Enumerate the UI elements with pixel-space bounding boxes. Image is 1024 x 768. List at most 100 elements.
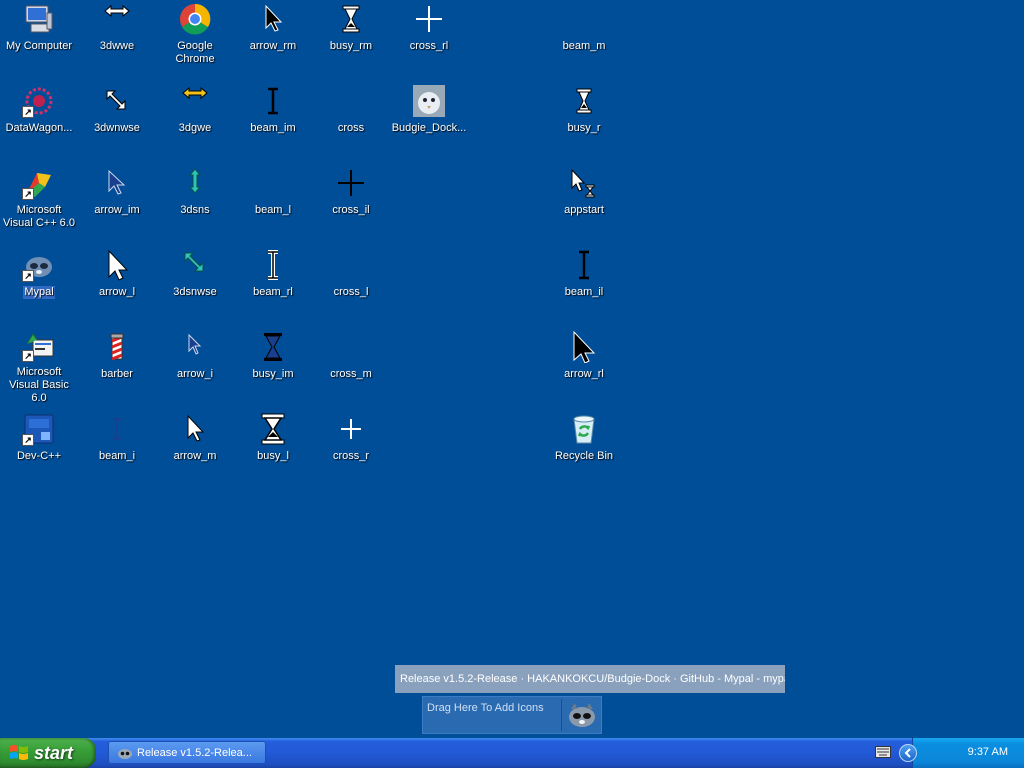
- taskbar: start Release v1.5.2-Relea... 9:37 AM: [0, 738, 1024, 768]
- hourglass-icon: [256, 412, 290, 446]
- desktop-icon-google-chrome[interactable]: Google Chrome: [156, 0, 234, 76]
- text-beam-cursor-icon: [256, 84, 290, 118]
- desktop-icon-busy-im[interactable]: busy_im: [234, 328, 312, 404]
- desktop-icon-label: cross_m: [330, 368, 372, 380]
- budgie-dock[interactable]: Drag Here To Add Icons: [422, 696, 602, 734]
- desktop-icon-msvc[interactable]: ↗ Microsoft Visual C++ 6.0: [0, 164, 78, 240]
- desktop-icon-label: beam_i: [98, 450, 136, 462]
- crosshair-cursor-icon: [412, 2, 446, 36]
- text-beam-cursor-icon: [567, 248, 601, 282]
- desktop-icon-budgie-dock[interactable]: Budgie_Dock...: [390, 82, 468, 158]
- desktop-icon-cross[interactable]: cross: [312, 82, 390, 158]
- crosshair-cursor-icon: [334, 166, 368, 200]
- desktop-icon-label: beam_im: [250, 122, 296, 134]
- desktop-icon-label: cross_r: [332, 450, 370, 462]
- desktop-icon-label: 3dsns: [180, 204, 210, 216]
- arrow-cursor-icon: [178, 412, 212, 446]
- visual-cpp-icon: ↗: [22, 166, 56, 200]
- text-beam-cursor-icon: [100, 412, 134, 446]
- mypal-icon: ↗: [22, 248, 56, 282]
- desktop-icon-arrow-im[interactable]: arrow_im: [78, 164, 156, 240]
- desktop-icon-busy-r[interactable]: busy_r: [545, 82, 623, 158]
- desktop-icon-busy-rm[interactable]: busy_rm: [312, 0, 390, 76]
- desktop-icon-cross-r[interactable]: cross_r: [312, 410, 390, 486]
- desktop-icon-beam-i[interactable]: beam_i: [78, 410, 156, 486]
- desktop-icon-beam-rl[interactable]: beam_rl: [234, 246, 312, 322]
- show-hidden-icons-chevron-icon[interactable]: [899, 744, 917, 762]
- crosshair-cursor-icon: [334, 248, 368, 282]
- desktop-icon-beam-m[interactable]: beam_m: [545, 0, 623, 76]
- arrow-cursor-icon: [567, 330, 601, 364]
- desktop-icon-label: 3dwwe: [99, 40, 135, 52]
- visual-basic-icon: ↗: [22, 330, 56, 362]
- crosshair-cursor-icon: [334, 330, 368, 364]
- hourglass-icon: [256, 330, 290, 364]
- start-button[interactable]: start: [0, 738, 96, 768]
- chrome-icon: [178, 2, 212, 36]
- desktop-icon-3dgwe[interactable]: 3dgwe: [156, 82, 234, 158]
- desktop-icon-beam-il[interactable]: beam_il: [545, 246, 623, 322]
- desktop-icon-label: appstart: [564, 204, 604, 216]
- desktop-icon-label: Budgie_Dock...: [391, 122, 467, 134]
- desktop-icon-label: arrow_rm: [249, 40, 297, 52]
- desktop-icon-3dsns[interactable]: 3dsns: [156, 164, 234, 240]
- desktop-icon-beam-im[interactable]: beam_im: [234, 82, 312, 158]
- desktop-icon-label: arrow_l: [98, 286, 136, 298]
- crosshair-cursor-icon: [334, 84, 368, 118]
- desktop-icon-arrow-rl[interactable]: arrow_rl: [545, 328, 623, 404]
- desktop-icon-3dsnwse[interactable]: 3dsnwse: [156, 246, 234, 322]
- desktop-icon-label: cross_il: [332, 204, 370, 216]
- desktop-icon-label: Dev-C++: [16, 450, 62, 462]
- desktop-icon-label: cross_rl: [409, 40, 449, 52]
- desktop-icon-recycle-bin[interactable]: Recycle Bin: [545, 410, 623, 486]
- desktop-icon-arrow-m[interactable]: arrow_m: [156, 410, 234, 486]
- desktop-icon-msvb[interactable]: ↗ Microsoft Visual Basic 6.0: [0, 328, 78, 404]
- hourglass-icon: [334, 2, 368, 36]
- desktop-icon-cross-m[interactable]: cross_m: [312, 328, 390, 404]
- desktop-icon-label: arrow_i: [176, 368, 214, 380]
- text-beam-cursor-icon: [256, 166, 290, 200]
- desktop-icon-arrow-l[interactable]: arrow_l: [78, 246, 156, 322]
- desktop-icon-cross-il[interactable]: cross_il: [312, 164, 390, 240]
- desktop-icon-cross-rl[interactable]: cross_rl: [390, 0, 468, 76]
- desktop-icon-my-computer[interactable]: My Computer: [0, 0, 78, 76]
- taskbar-button-label: Release v1.5.2-Relea...: [137, 746, 252, 759]
- desktop-icon-busy-l[interactable]: busy_l: [234, 410, 312, 486]
- diagonal-resize-cursor-icon: [178, 248, 212, 282]
- desktop-icon-appstart[interactable]: appstart: [545, 164, 623, 240]
- arrow-cursor-icon: [100, 166, 134, 200]
- desktop-icon-label: Recycle Bin: [554, 450, 614, 462]
- dock-divider: [561, 699, 562, 731]
- desktop-icon-label: cross: [337, 122, 365, 134]
- desktop-icon-label: beam_rl: [253, 286, 293, 298]
- dock-drop-hint: Drag Here To Add Icons: [427, 702, 544, 714]
- desktop-icon-arrow-rm[interactable]: arrow_rm: [234, 0, 312, 76]
- desktop: My Computer ↗ DataWagon... ↗ Microsoft V…: [0, 0, 1024, 738]
- arrow-cursor-icon: [256, 2, 290, 36]
- desktop-icon-mypal[interactable]: ↗ Mypal: [0, 246, 78, 322]
- desktop-icon-label: beam_l: [254, 204, 292, 216]
- desktop-icon-label: busy_l: [257, 450, 289, 462]
- desktop-icon-devcpp[interactable]: ↗ Dev-C++: [0, 410, 78, 486]
- taskbar-button-mypal[interactable]: Release v1.5.2-Relea...: [108, 741, 266, 764]
- keyboard-icon[interactable]: [875, 746, 891, 758]
- desktop-icon-barber[interactable]: barber: [78, 328, 156, 404]
- dock-item-mypal[interactable]: [565, 699, 599, 731]
- desktop-icon-cross-l[interactable]: cross_l: [312, 246, 390, 322]
- horizontal-resize-cursor-icon: [178, 84, 212, 118]
- dock-tooltip: Release v1.5.2-Release · HAKANKOKCU/Budg…: [395, 665, 785, 693]
- desktop-icon-label: Microsoft Visual C++ 6.0: [3, 204, 75, 229]
- desktop-icon-label: Mypal: [23, 286, 55, 299]
- desktop-icon-3dwwe[interactable]: 3dwwe: [78, 0, 156, 76]
- desktop-icon-label: 3dgwe: [178, 122, 212, 134]
- desktop-icon-arrow-i[interactable]: arrow_i: [156, 328, 234, 404]
- budgie-dock-icon: [412, 84, 446, 118]
- desktop-icon-3dwnwse[interactable]: 3dwnwse: [78, 82, 156, 158]
- mypal-icon: [118, 748, 132, 759]
- desktop-icon-datawagon[interactable]: ↗ DataWagon...: [0, 82, 78, 158]
- app-starting-cursor-icon: [567, 166, 601, 200]
- clock[interactable]: 9:37 AM: [968, 746, 1008, 758]
- arrow-cursor-icon: [178, 330, 212, 364]
- desktop-icon-beam-l[interactable]: beam_l: [234, 164, 312, 240]
- desktop-icon-label: barber: [101, 368, 133, 380]
